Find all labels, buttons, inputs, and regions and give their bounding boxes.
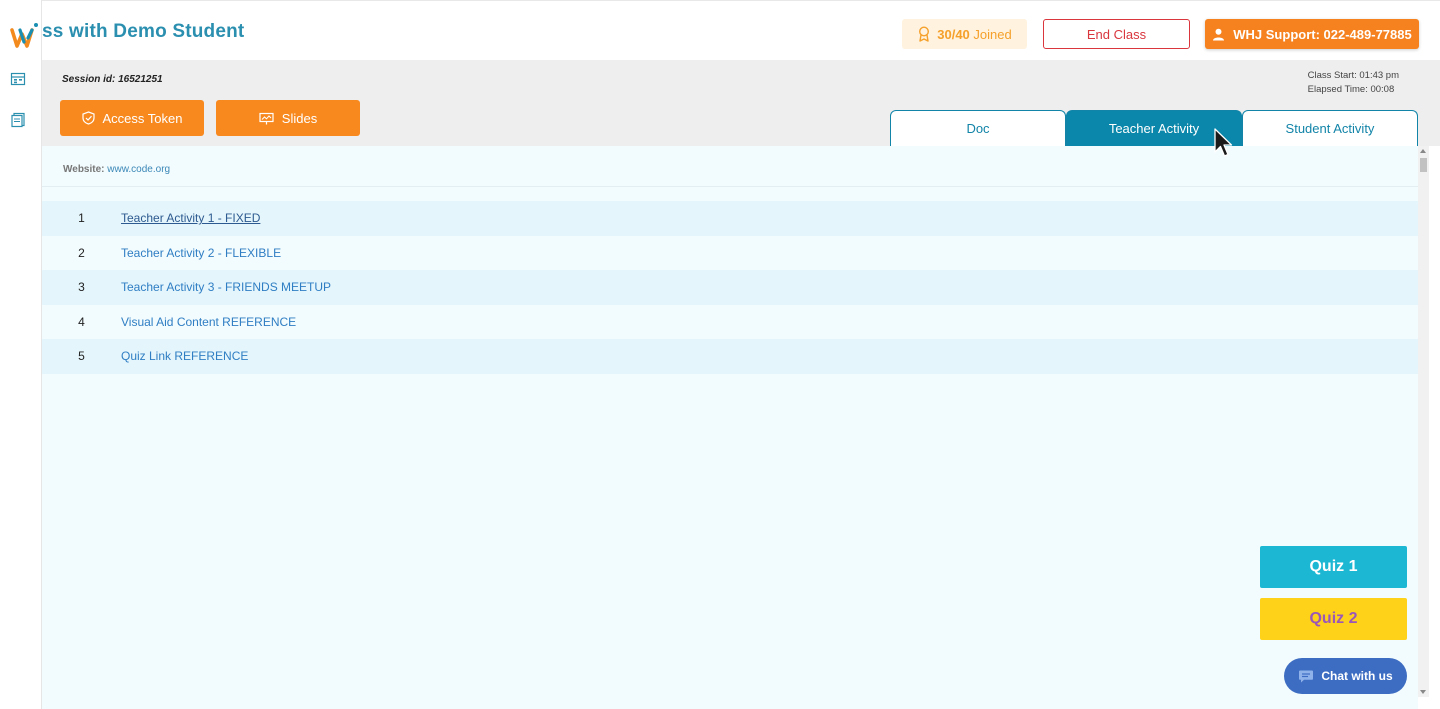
notes-icon[interactable] (10, 112, 26, 128)
content-scrollbar[interactable] (1418, 146, 1429, 697)
slides-label: Slides (281, 110, 318, 126)
website-label: Website: (63, 164, 105, 175)
tab-doc[interactable]: Doc (890, 110, 1066, 146)
item-number: 5 (78, 349, 85, 364)
calendar-icon[interactable] (10, 71, 26, 87)
joined-count: 30/40 (937, 26, 970, 42)
activity-link[interactable]: Visual Aid Content REFERENCE (121, 315, 296, 329)
divider (42, 186, 1418, 187)
end-class-button[interactable]: End Class (1043, 19, 1190, 49)
top-header: ss with Demo Student 30/40 Joined End Cl… (42, 0, 1440, 60)
activity-panel: Website: www.code.org 1 Teacher Activity… (42, 146, 1418, 709)
activity-link[interactable]: Quiz Link REFERENCE (121, 349, 248, 363)
scroll-thumb[interactable] (1420, 158, 1427, 172)
item-number: 4 (78, 314, 85, 329)
item-number: 3 (78, 280, 85, 295)
access-token-button[interactable]: Access Token (60, 100, 204, 136)
quiz-2-button[interactable]: Quiz 2 (1260, 598, 1407, 640)
class-start: Class Start: 01:43 pm (1307, 70, 1399, 81)
support-button[interactable]: WHJ Support: 022-489-77885 (1205, 19, 1419, 49)
website-info: Website: www.code.org (63, 164, 170, 175)
item-number: 2 (78, 245, 85, 260)
joined-count-badge: 30/40 Joined (902, 19, 1027, 49)
list-item: 5 Quiz Link REFERENCE (42, 339, 1418, 374)
activity-link[interactable]: Teacher Activity 1 - FIXED (121, 211, 260, 225)
joined-label: Joined (973, 26, 1012, 42)
list-item: 1 Teacher Activity 1 - FIXED (42, 201, 1418, 236)
chat-bubble-icon (1299, 670, 1314, 682)
website-link[interactable]: www.code.org (107, 164, 170, 175)
scroll-down-arrow-icon[interactable] (1420, 690, 1426, 694)
tab-student-activity[interactable]: Student Activity (1242, 110, 1418, 146)
activity-list: 1 Teacher Activity 1 - FIXED 2 Teacher A… (42, 201, 1418, 374)
elapsed-time: Elapsed Time: 00:08 (1307, 84, 1395, 95)
quiz-1-button[interactable]: Quiz 1 (1260, 546, 1407, 588)
left-sidebar (0, 0, 42, 709)
access-token-label: Access Token (102, 110, 183, 126)
whj-logo-icon[interactable] (10, 22, 40, 50)
shield-check-icon (81, 111, 95, 125)
scroll-up-arrow-icon[interactable] (1420, 149, 1426, 153)
user-icon (1213, 28, 1225, 40)
list-item: 2 Teacher Activity 2 - FLEXIBLE (42, 235, 1418, 270)
list-item: 4 Visual Aid Content REFERENCE (42, 304, 1418, 339)
activity-link[interactable]: Teacher Activity 2 - FLEXIBLE (121, 246, 281, 260)
support-label: WHJ Support: 022-489-77885 (1233, 26, 1412, 42)
mouse-cursor-icon (1214, 128, 1233, 157)
presentation-icon (259, 112, 274, 124)
slides-button[interactable]: Slides (216, 100, 360, 136)
class-times: Class Start: 01:43 pm Elapsed Time: 00:0… (1308, 69, 1399, 97)
award-icon (919, 26, 930, 42)
class-title: ss with Demo Student (42, 21, 245, 42)
list-item: 3 Teacher Activity 3 - FRIENDS MEETUP (42, 270, 1418, 305)
item-number: 1 (78, 211, 85, 226)
chat-with-us-button[interactable]: Chat with us (1284, 658, 1407, 694)
chat-label: Chat with us (1321, 669, 1393, 683)
session-id: Session id: 16521251 (62, 74, 163, 85)
activity-link[interactable]: Teacher Activity 3 - FRIENDS MEETUP (121, 280, 331, 294)
